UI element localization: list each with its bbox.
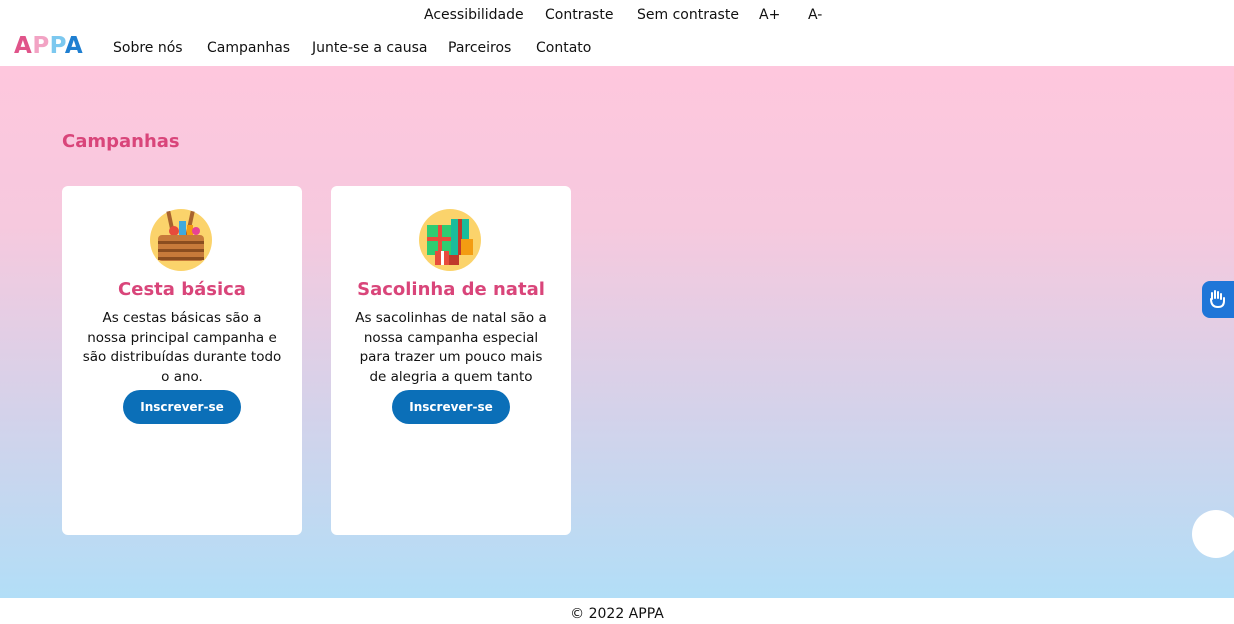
copyright-text: © 2022 APPA — [570, 606, 664, 622]
footer: © 2022 APPA — [0, 598, 1234, 624]
logo-letter-2: P — [32, 33, 50, 59]
logo-letter-4: A — [64, 33, 84, 59]
nav-partners[interactable]: Parceiros — [448, 40, 511, 56]
nav-contact[interactable]: Contato — [536, 40, 591, 56]
nav-join-cause[interactable]: Junte-se a causa — [312, 40, 427, 56]
sign-language-icon — [1210, 290, 1225, 309]
nav-campaigns[interactable]: Campanhas — [207, 40, 290, 56]
campaigns-section: Campanhas Cesta básica As cestas básicas… — [0, 66, 1234, 598]
campaign-card-basket: Cesta básica As cestas básicas são a nos… — [62, 186, 302, 535]
sign-language-widget[interactable] — [1202, 281, 1234, 318]
card-title: Sacolinha de natal — [357, 279, 545, 300]
logo-letter-3: P — [49, 33, 65, 59]
nav-about[interactable]: Sobre nós — [113, 40, 183, 56]
no-contrast-link[interactable]: Sem contraste — [637, 7, 739, 23]
main-navbar: APPA Sobre nós Campanhas Junte-se a caus… — [0, 32, 1234, 66]
card-description: As cestas básicas são a nossa principal … — [82, 310, 282, 385]
section-title: Campanhas — [62, 131, 180, 152]
gifts-icon — [419, 209, 481, 271]
campaign-card-christmas: Sacolinha de natal As sacolinhas de nata… — [331, 186, 571, 535]
accessibility-link[interactable]: Acessibilidade — [424, 7, 524, 23]
card-title: Cesta básica — [118, 279, 246, 300]
basket-icon — [150, 209, 212, 271]
accessibility-bar: Acessibilidade Contraste Sem contraste A… — [0, 0, 1234, 32]
subscribe-button[interactable]: Inscrever-se — [123, 390, 241, 424]
contrast-link[interactable]: Contraste — [545, 7, 613, 23]
subscribe-button[interactable]: Inscrever-se — [392, 390, 510, 424]
font-decrease-link[interactable]: A- — [808, 7, 822, 23]
font-increase-link[interactable]: A+ — [759, 7, 780, 23]
appa-logo[interactable]: APPA — [14, 33, 83, 59]
logo-letter-1: A — [14, 33, 33, 59]
chat-bubble-icon[interactable] — [1192, 510, 1234, 558]
